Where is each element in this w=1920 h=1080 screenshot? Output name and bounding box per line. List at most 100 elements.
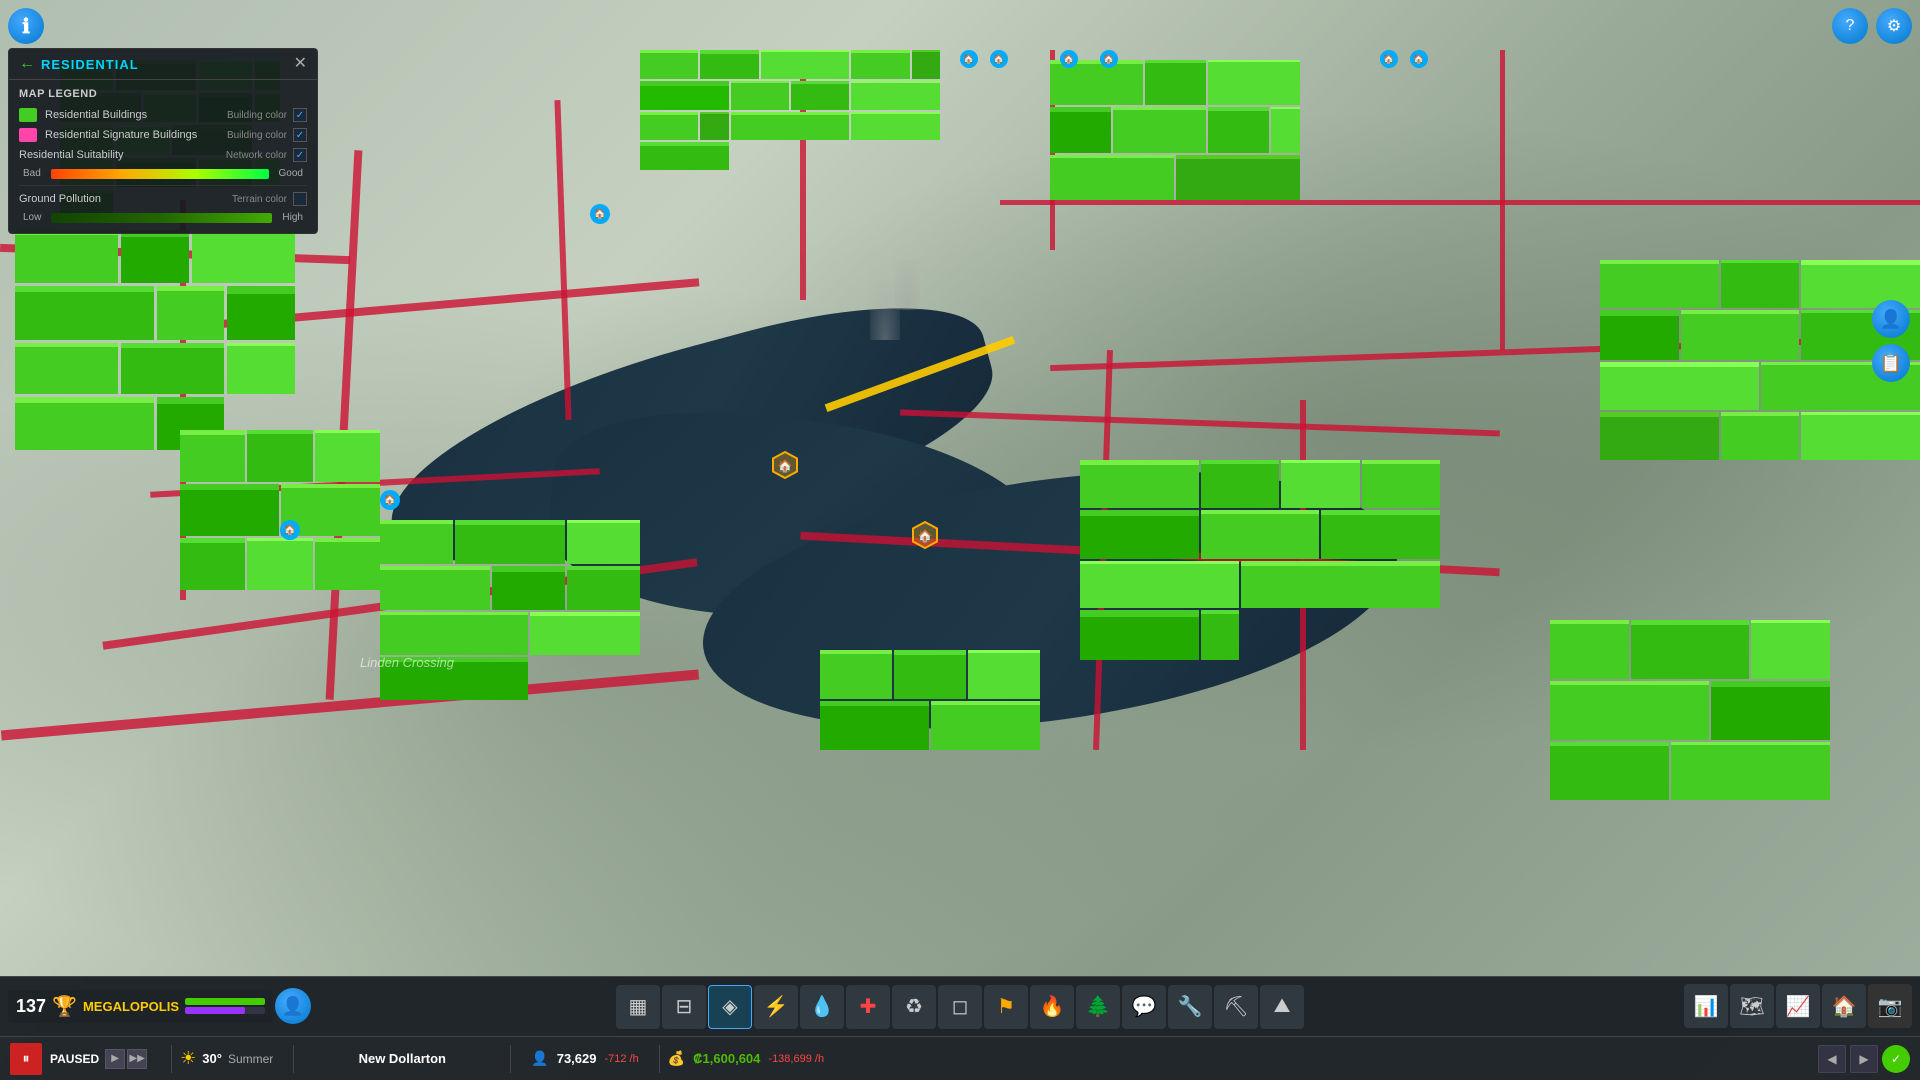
speed-2x[interactable]: ▶▶ <box>127 1049 147 1069</box>
toolbar-tools[interactable]: 🔧 <box>1168 985 1212 1029</box>
residential-buildings-checkbox[interactable] <box>293 108 307 122</box>
sidebar-icon-2[interactable]: 📋 <box>1872 344 1910 382</box>
settings-button[interactable]: ⚙ <box>1876 8 1912 44</box>
right-toolbar: 📊 🗺 📈 🏠 📷 <box>1676 976 1920 1036</box>
hex-marker-1[interactable]: 🏠 <box>770 450 800 480</box>
info-button[interactable]: ℹ <box>8 8 44 44</box>
map-pin-2: 🏠 <box>380 490 400 510</box>
sidebar-icon-1[interactable]: 👤 <box>1872 300 1910 338</box>
signature-buildings-swatch <box>19 128 37 142</box>
xp-bars <box>185 998 265 1014</box>
player-avatar[interactable]: 👤 <box>275 988 311 1024</box>
xp-bar-purple <box>185 1007 245 1014</box>
separator-4 <box>659 1045 660 1073</box>
right-sidebar-controls: 👤 📋 <box>1872 300 1910 382</box>
bld-cluster-bc <box>820 650 1040 750</box>
toolbar-water-power[interactable]: ◈ <box>708 985 752 1029</box>
toolbar-roads[interactable]: ⊟ <box>662 985 706 1029</box>
map-pin-9: 🏠 <box>1410 50 1428 68</box>
speed-controls: ▶ ▶▶ <box>105 1049 147 1069</box>
toolbar-disasters[interactable]: ⛰ <box>1260 985 1304 1029</box>
weather-season: Summer <box>228 1052 273 1066</box>
signature-buildings-checkbox[interactable] <box>293 128 307 142</box>
toolbar-buildings-list[interactable]: 🏠 <box>1822 984 1866 1028</box>
pollution-bar <box>51 213 272 223</box>
smoke-2 <box>895 260 920 310</box>
city-title: MEGALOPOLIS <box>83 999 179 1014</box>
toolbar-transit[interactable]: ◻ <box>938 985 982 1029</box>
top-right-controls: ? ⚙ <box>1832 8 1912 44</box>
help-button[interactable]: ? <box>1832 8 1868 44</box>
suitability-checkbox[interactable] <box>293 148 307 162</box>
map-pin-6: 🏠 <box>1060 50 1078 68</box>
toolbar-police[interactable]: ⚑ <box>984 985 1028 1029</box>
nav-left[interactable]: ◀ <box>1818 1045 1846 1073</box>
legend-row-residential-buildings: Residential Buildings Building color <box>19 108 307 122</box>
pollution-checkbox[interactable] <box>293 192 307 206</box>
suitability-bar <box>51 169 269 179</box>
bld-cluster-tr <box>1050 60 1300 200</box>
speed-1x[interactable]: ▶ <box>105 1049 125 1069</box>
bld-cluster-cb <box>380 520 640 700</box>
suitability-good-label: Good <box>279 168 303 179</box>
separator-1 <box>171 1045 172 1073</box>
suitability-label: Residential Suitability <box>19 149 226 161</box>
toolbar-parks[interactable]: 🌲 <box>1076 985 1120 1029</box>
status-ok[interactable]: ✓ <box>1882 1045 1910 1073</box>
bottom-status-bar: ⏸ PAUSED ▶ ▶▶ ☀ 30° Summer New Dollarton… <box>0 1036 1920 1080</box>
toolbar-electricity[interactable]: ⚡ <box>754 985 798 1029</box>
legend-panel: ← RESIDENTIAL ✕ MAP LEGEND Residential B… <box>8 48 318 234</box>
trophy-icon: 🏆 <box>52 994 77 1019</box>
weather-icon: ☀ <box>180 1048 196 1069</box>
pollution-high-label: High <box>282 212 303 223</box>
pause-button[interactable]: ⏸ <box>10 1043 42 1075</box>
toolbar-camera[interactable]: 📷 <box>1868 984 1912 1028</box>
signature-buildings-label: Residential Signature Buildings <box>45 129 227 141</box>
xp-bar-green-bg <box>185 998 265 1005</box>
legend-divider <box>19 185 307 186</box>
population-change: -712 /h <box>604 1053 638 1065</box>
toolbar-comms[interactable]: 💬 <box>1122 985 1166 1029</box>
legend-row-signature-buildings: Residential Signature Buildings Building… <box>19 128 307 142</box>
nav-right[interactable]: ▶ <box>1850 1045 1878 1073</box>
svg-text:🏠: 🏠 <box>778 459 793 473</box>
toolbar-health[interactable]: ✚ <box>846 985 890 1029</box>
bld-cluster-frb <box>1550 620 1830 800</box>
pollution-label: Ground Pollution <box>19 193 232 205</box>
legend-close-button[interactable]: ✕ <box>294 56 307 72</box>
money-change: -138,699 /h <box>768 1053 824 1065</box>
map-pin-4: 🏠 <box>960 50 978 68</box>
toolbar-map[interactable]: 🗺 <box>1730 984 1774 1028</box>
signature-buildings-type: Building color <box>227 130 287 141</box>
residential-buildings-swatch <box>19 108 37 122</box>
population-count: 73,629 <box>557 1051 597 1066</box>
legend-back-arrow[interactable]: ← <box>19 55 35 73</box>
legend-row-suitability: Residential Suitability Network color <box>19 148 307 162</box>
map-pin-3: 🏠 <box>280 520 300 540</box>
population-icon: 👤 <box>531 1050 548 1067</box>
xp-bar-purple-bg <box>185 1007 265 1014</box>
toolbar-bulldoze[interactable]: ⛏ <box>1214 985 1258 1029</box>
hex-marker-2[interactable]: 🏠 <box>910 520 940 550</box>
pollution-low-label: Low <box>23 212 41 223</box>
toolbar-water-pipes[interactable]: 💧 <box>800 985 844 1029</box>
residential-buildings-type: Building color <box>227 110 287 121</box>
toolbar-fire[interactable]: 🔥 <box>1030 985 1074 1029</box>
svg-text:🏠: 🏠 <box>918 529 933 543</box>
legend-body: MAP LEGEND Residential Buildings Buildin… <box>9 80 317 233</box>
money-icon: 💰 <box>668 1050 685 1067</box>
toolbar-charts[interactable]: 📈 <box>1776 984 1820 1028</box>
suitability-type: Network color <box>226 150 287 161</box>
bld-cluster-tm <box>640 50 940 170</box>
toolbar-stats[interactable]: 📊 <box>1684 984 1728 1028</box>
legend-title: RESIDENTIAL <box>41 57 139 72</box>
map-pin-8: 🏠 <box>1380 50 1398 68</box>
toolbar-garbage[interactable]: ♻ <box>892 985 936 1029</box>
map-pin-1: 🏠 <box>590 204 610 224</box>
nav-controls: ◀ ▶ ✓ <box>1818 1045 1910 1073</box>
toolbar-zones[interactable]: ▦ <box>616 985 660 1029</box>
road-v-7 <box>1500 50 1505 350</box>
money-info: 💰 ₡1,600,604 -138,699 /h <box>668 1050 824 1067</box>
suitability-bad-label: Bad <box>23 168 41 179</box>
bld-cluster-cl <box>180 430 380 590</box>
